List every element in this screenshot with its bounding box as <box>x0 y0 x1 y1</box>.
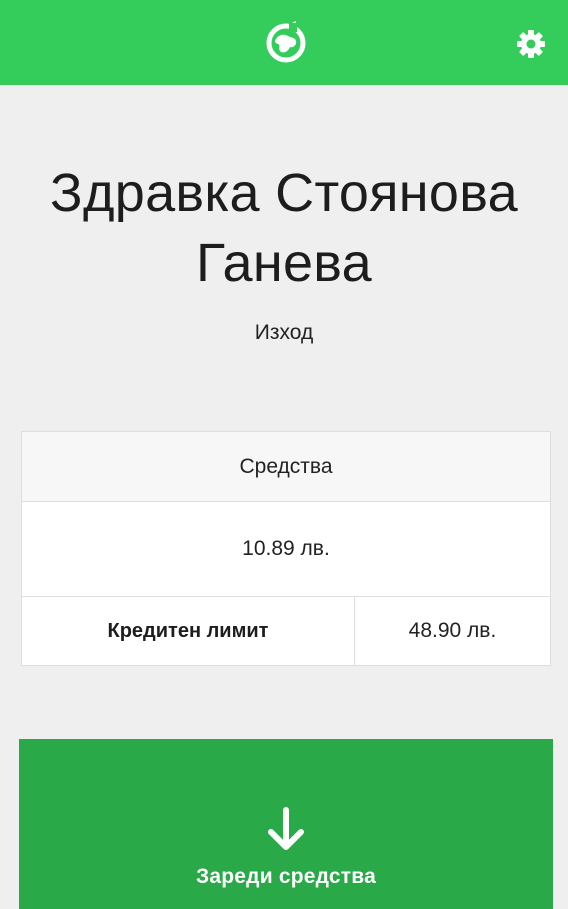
logout-link[interactable]: Изход <box>0 318 568 348</box>
user-name-line1: Здравка Стоянова <box>50 163 518 223</box>
user-name: Здравка Стоянова Ганева <box>0 158 568 298</box>
topup-button[interactable]: Зареди средства <box>19 739 553 909</box>
balance-value: 10.89 лв. <box>22 502 550 597</box>
credit-limit-value: 48.90 лв. <box>408 619 497 642</box>
user-name-line2: Ганева <box>195 233 372 293</box>
credit-limit-label: Кредитен лимит <box>22 597 355 665</box>
globe-refresh-icon[interactable] <box>262 18 310 66</box>
credit-limit-row: Кредитен лимит 48.90 лв. <box>22 597 550 665</box>
funds-card-title: Средства <box>22 432 550 502</box>
gear-icon[interactable] <box>515 28 547 60</box>
topup-label: Зареди средства <box>196 865 376 888</box>
funds-card: Средства 10.89 лв. Кредитен лимит 48.90 … <box>21 431 551 666</box>
top-bar <box>0 0 568 85</box>
arrow-down-icon <box>268 807 304 850</box>
